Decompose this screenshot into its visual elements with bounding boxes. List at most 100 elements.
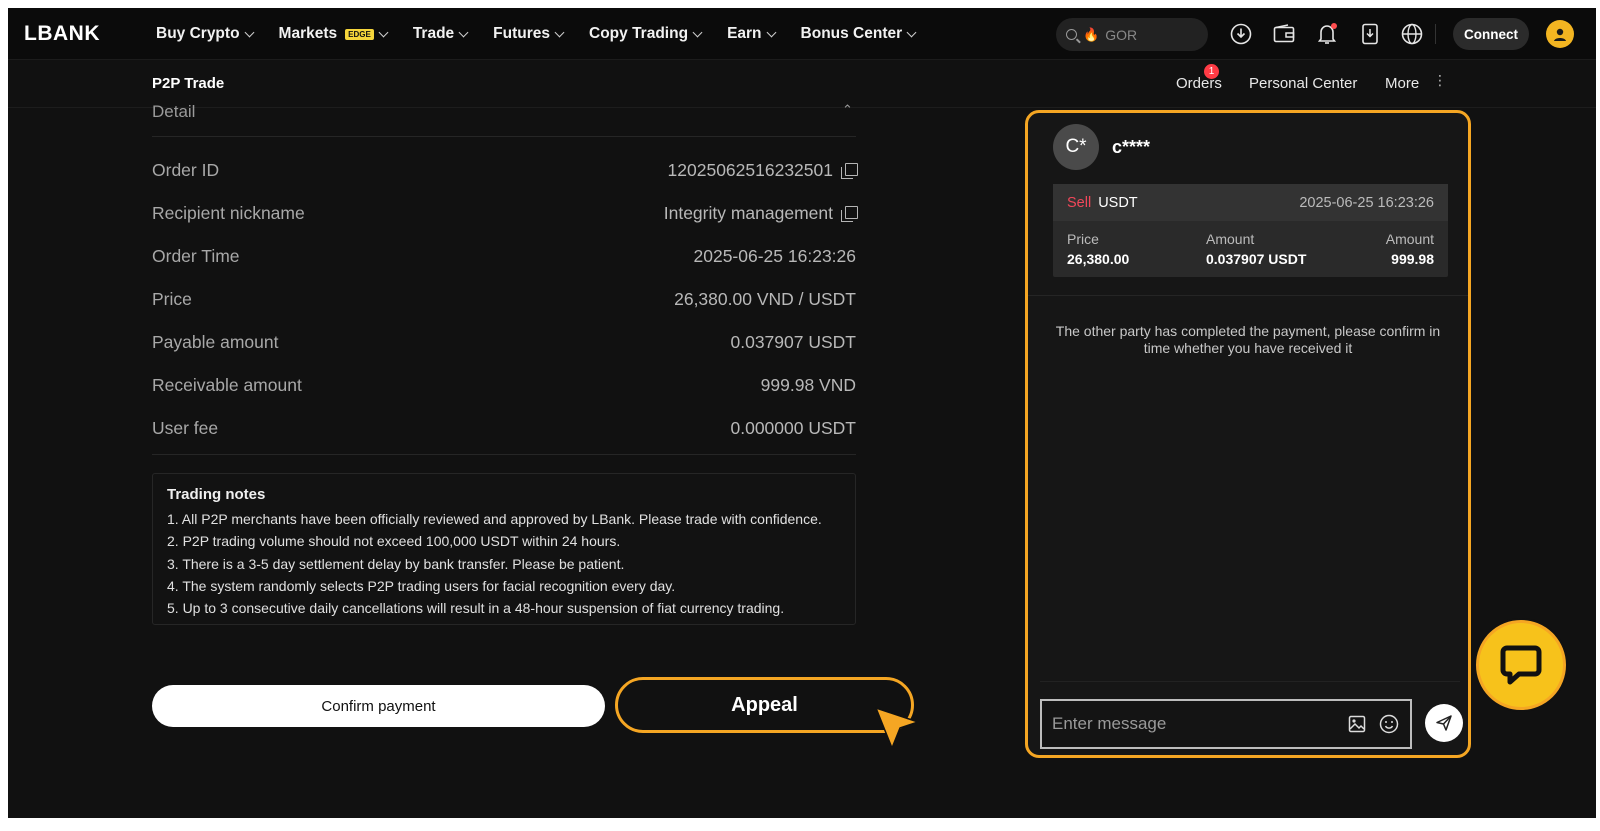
system-message: The other party has completed the paymen… bbox=[1055, 323, 1441, 356]
row-label: Recipient nickname bbox=[152, 202, 305, 223]
chat-panel: C* c**** Sell USDT 2025-06-25 16:23:26 P… bbox=[1025, 110, 1471, 758]
divider bbox=[1040, 681, 1460, 682]
detail-row-order-time: Order Time 2025-06-25 16:23:26 bbox=[152, 244, 856, 268]
detail-row-price: Price 26,380.00 VND / USDT bbox=[152, 287, 856, 311]
chevron-down-icon bbox=[458, 27, 469, 37]
detail-row-payable: Payable amount 0.037907 USDT bbox=[152, 330, 856, 354]
wallet-icon[interactable] bbox=[1271, 21, 1297, 47]
fire-icon: 🔥 bbox=[1083, 26, 1100, 42]
order-summary-card: Sell USDT 2025-06-25 16:23:26 Price 26,3… bbox=[1053, 184, 1448, 277]
trading-note: 4. The system randomly selects P2P tradi… bbox=[167, 577, 676, 594]
search-hot-keyword: GOR bbox=[1105, 26, 1138, 43]
detail-heading[interactable]: Detail bbox=[152, 102, 195, 122]
nav-label: Copy Trading bbox=[589, 25, 689, 42]
price-value: 26,380.00 bbox=[1067, 251, 1130, 267]
page-title[interactable]: P2P Trade bbox=[152, 75, 224, 92]
user-avatar[interactable] bbox=[1546, 20, 1574, 48]
chevron-down-icon bbox=[378, 27, 389, 37]
nav-markets[interactable]: Markets EDGE bbox=[278, 25, 389, 43]
search-box[interactable]: 🔥 GOR bbox=[1056, 18, 1208, 51]
nav-copy-trading[interactable]: Copy Trading bbox=[589, 25, 703, 43]
nav-label: Trade bbox=[412, 25, 455, 42]
edge-badge: EDGE bbox=[345, 28, 374, 40]
message-input[interactable] bbox=[1052, 714, 1346, 734]
notification-bell-icon[interactable] bbox=[1314, 21, 1340, 47]
send-button[interactable] bbox=[1425, 704, 1463, 742]
pointer-cursor-icon bbox=[875, 707, 919, 749]
detail-row-order-id: Order ID 12025062516232501 bbox=[152, 158, 858, 182]
send-icon bbox=[1436, 715, 1452, 731]
search-icon bbox=[1066, 29, 1077, 40]
top-navbar: LBANK Buy Crypto Markets EDGE Trade Futur… bbox=[8, 8, 1596, 60]
more-menu[interactable]: More bbox=[1385, 75, 1419, 92]
image-upload-icon[interactable] bbox=[1346, 713, 1368, 735]
chevron-down-icon bbox=[766, 27, 776, 37]
copy-icon[interactable] bbox=[841, 162, 858, 179]
row-label: Receivable amount bbox=[152, 374, 302, 395]
customer-support-button[interactable] bbox=[1476, 620, 1566, 710]
trading-notes-box: Trading notes 1. All P2P merchants have … bbox=[152, 473, 856, 625]
trading-note: 1. All P2P merchants have been officiall… bbox=[167, 511, 822, 527]
trading-notes-title: Trading notes bbox=[167, 486, 266, 503]
counterparty-name: c**** bbox=[1112, 137, 1151, 157]
chat-bubble-icon bbox=[1500, 645, 1542, 685]
connect-button[interactable]: Connect bbox=[1453, 18, 1529, 50]
order-card-header: Sell USDT 2025-06-25 16:23:26 bbox=[1053, 184, 1448, 221]
more-dots-icon[interactable]: ⋮ bbox=[1433, 73, 1447, 87]
user-fee-value: 0.000000 USDT bbox=[730, 417, 857, 438]
order-card-amount: Amount 0.037907 USDT bbox=[1206, 231, 1306, 267]
nav-label: Futures bbox=[493, 25, 551, 42]
total-value: 999.98 bbox=[1391, 251, 1434, 267]
nav-buy-crypto[interactable]: Buy Crypto bbox=[156, 25, 254, 43]
nav-earn[interactable]: Earn bbox=[727, 25, 776, 43]
chevron-down-icon bbox=[692, 27, 703, 37]
order-coin: USDT bbox=[1098, 194, 1138, 211]
app-window: LBANK Buy Crypto Markets EDGE Trade Futur… bbox=[8, 8, 1596, 818]
detail-row-user-fee: User fee 0.000000 USDT bbox=[152, 416, 856, 440]
confirm-payment-button[interactable]: Confirm payment bbox=[152, 685, 605, 727]
nav-label: Markets bbox=[278, 25, 338, 42]
order-card-price: Price 26,380.00 bbox=[1067, 231, 1129, 267]
detail-row-recipient: Recipient nickname Integrity management bbox=[152, 201, 858, 225]
mobile-app-icon[interactable] bbox=[1357, 21, 1383, 47]
divider bbox=[152, 454, 856, 455]
trading-note: 5. Up to 3 consecutive daily cancellatio… bbox=[167, 600, 785, 617]
copy-icon[interactable] bbox=[841, 205, 858, 222]
amount-value: 0.037907 USDT bbox=[1206, 251, 1307, 267]
price-label: Price bbox=[1067, 231, 1099, 247]
nav-futures[interactable]: Futures bbox=[493, 25, 565, 43]
total-label: Amount bbox=[1385, 231, 1434, 247]
trading-note: 3. There is a 3-5 day settlement delay b… bbox=[167, 555, 625, 572]
row-label: User fee bbox=[152, 417, 219, 438]
trading-note: 2. P2P trading volume should not exceed … bbox=[167, 533, 621, 550]
appeal-button[interactable]: Appeal bbox=[615, 677, 914, 733]
order-card-total: Amount 999.98 bbox=[1386, 231, 1434, 267]
nav-trade[interactable]: Trade bbox=[412, 25, 469, 43]
divider bbox=[1028, 295, 1468, 296]
amount-label: Amount bbox=[1206, 231, 1255, 247]
divider bbox=[1435, 24, 1436, 44]
row-label: Order Time bbox=[152, 245, 240, 266]
nav-label: Buy Crypto bbox=[156, 25, 240, 42]
globe-language-icon[interactable] bbox=[1399, 21, 1425, 47]
payable-value: 0.037907 USDT bbox=[730, 331, 857, 352]
order-card-time: 2025-06-25 16:23:26 bbox=[1299, 194, 1434, 211]
main-nav: Buy Crypto Markets EDGE Trade Futures Cop… bbox=[156, 8, 917, 60]
emoji-icon[interactable] bbox=[1378, 713, 1400, 735]
chevron-up-icon[interactable]: ⌃ bbox=[842, 102, 853, 118]
recipient-value: Integrity management bbox=[663, 202, 833, 223]
p2p-subheader: P2P Trade Orders 1 Personal Center More … bbox=[8, 60, 1596, 108]
chevron-down-icon bbox=[554, 27, 565, 37]
receivable-value: 999.98 VND bbox=[760, 374, 856, 395]
divider bbox=[152, 136, 856, 137]
message-input-box[interactable] bbox=[1040, 699, 1412, 749]
row-label: Payable amount bbox=[152, 331, 279, 352]
download-icon[interactable] bbox=[1228, 21, 1254, 47]
personal-center-link[interactable]: Personal Center bbox=[1249, 75, 1357, 92]
nav-label: Earn bbox=[727, 25, 762, 42]
nav-bonus-center[interactable]: Bonus Center bbox=[801, 25, 917, 43]
chevron-down-icon bbox=[244, 27, 254, 37]
lbank-logo[interactable]: LBANK bbox=[24, 22, 100, 46]
notification-dot bbox=[1331, 23, 1337, 29]
order-time-value: 2025-06-25 16:23:26 bbox=[693, 245, 857, 266]
